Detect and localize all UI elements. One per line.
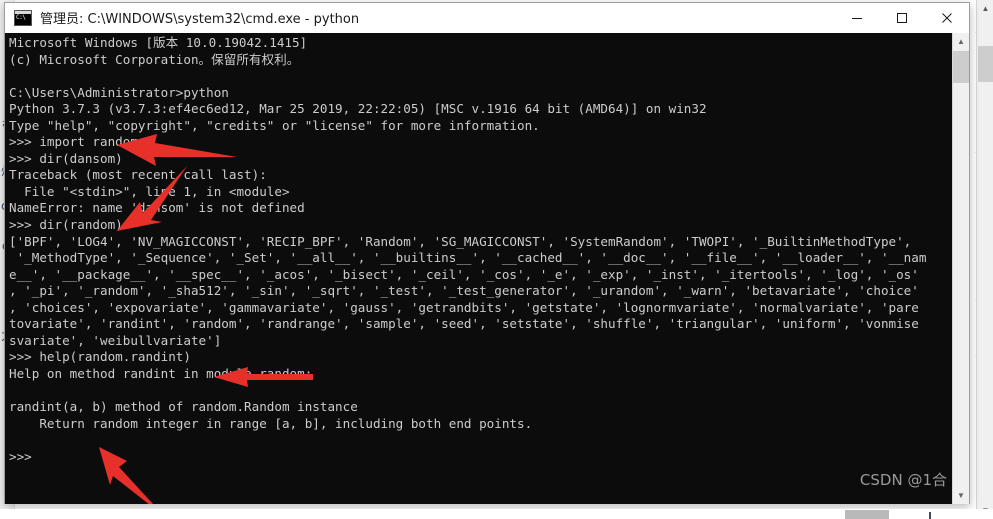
- sliver-chip: [845, 510, 889, 519]
- console-scroll-thumb[interactable]: [953, 51, 969, 83]
- console-scrollbar[interactable]: ▲ ▼: [952, 33, 969, 504]
- window-title: 管理员: C:\WINDOWS\system32\cmd.exe - pytho…: [40, 12, 360, 27]
- window-titlebar[interactable]: 管理员: C:\WINDOWS\system32\cmd.exe - pytho…: [5, 3, 969, 33]
- csdn-watermark: CSDN @1合: [859, 471, 947, 489]
- console-text: Microsoft Windows [版本 10.0.19042.1415] (…: [9, 35, 927, 464]
- close-icon: [941, 12, 952, 23]
- console-output-area[interactable]: Microsoft Windows [版本 10.0.19042.1415] (…: [5, 33, 969, 504]
- screenshot-root: 菁 苹 议 州 口 带 州 c_ d 力 ▲ ▼ 管理员: C:\WINDOWS…: [0, 0, 993, 519]
- minimize-button[interactable]: [834, 3, 879, 32]
- cmd-console-icon: [14, 9, 32, 26]
- maximize-icon: [896, 12, 907, 23]
- console-scroll-up-icon[interactable]: ▲: [953, 33, 969, 50]
- page-scroll-thumb[interactable]: [978, 46, 993, 82]
- bottom-sliver: [0, 509, 993, 519]
- maximize-button[interactable]: [879, 3, 924, 32]
- page-scroll-up-icon[interactable]: ▲: [977, 0, 993, 17]
- page-scrollbar[interactable]: ▲ ▼: [976, 0, 993, 519]
- cmd-window: 管理员: C:\WINDOWS\system32\cmd.exe - pytho…: [4, 2, 970, 504]
- console-scroll-down-icon[interactable]: ▼: [953, 487, 969, 504]
- close-button[interactable]: [924, 3, 969, 32]
- minimize-icon: [851, 17, 862, 19]
- window-controls: [834, 3, 969, 32]
- sliver-tick: [929, 512, 931, 519]
